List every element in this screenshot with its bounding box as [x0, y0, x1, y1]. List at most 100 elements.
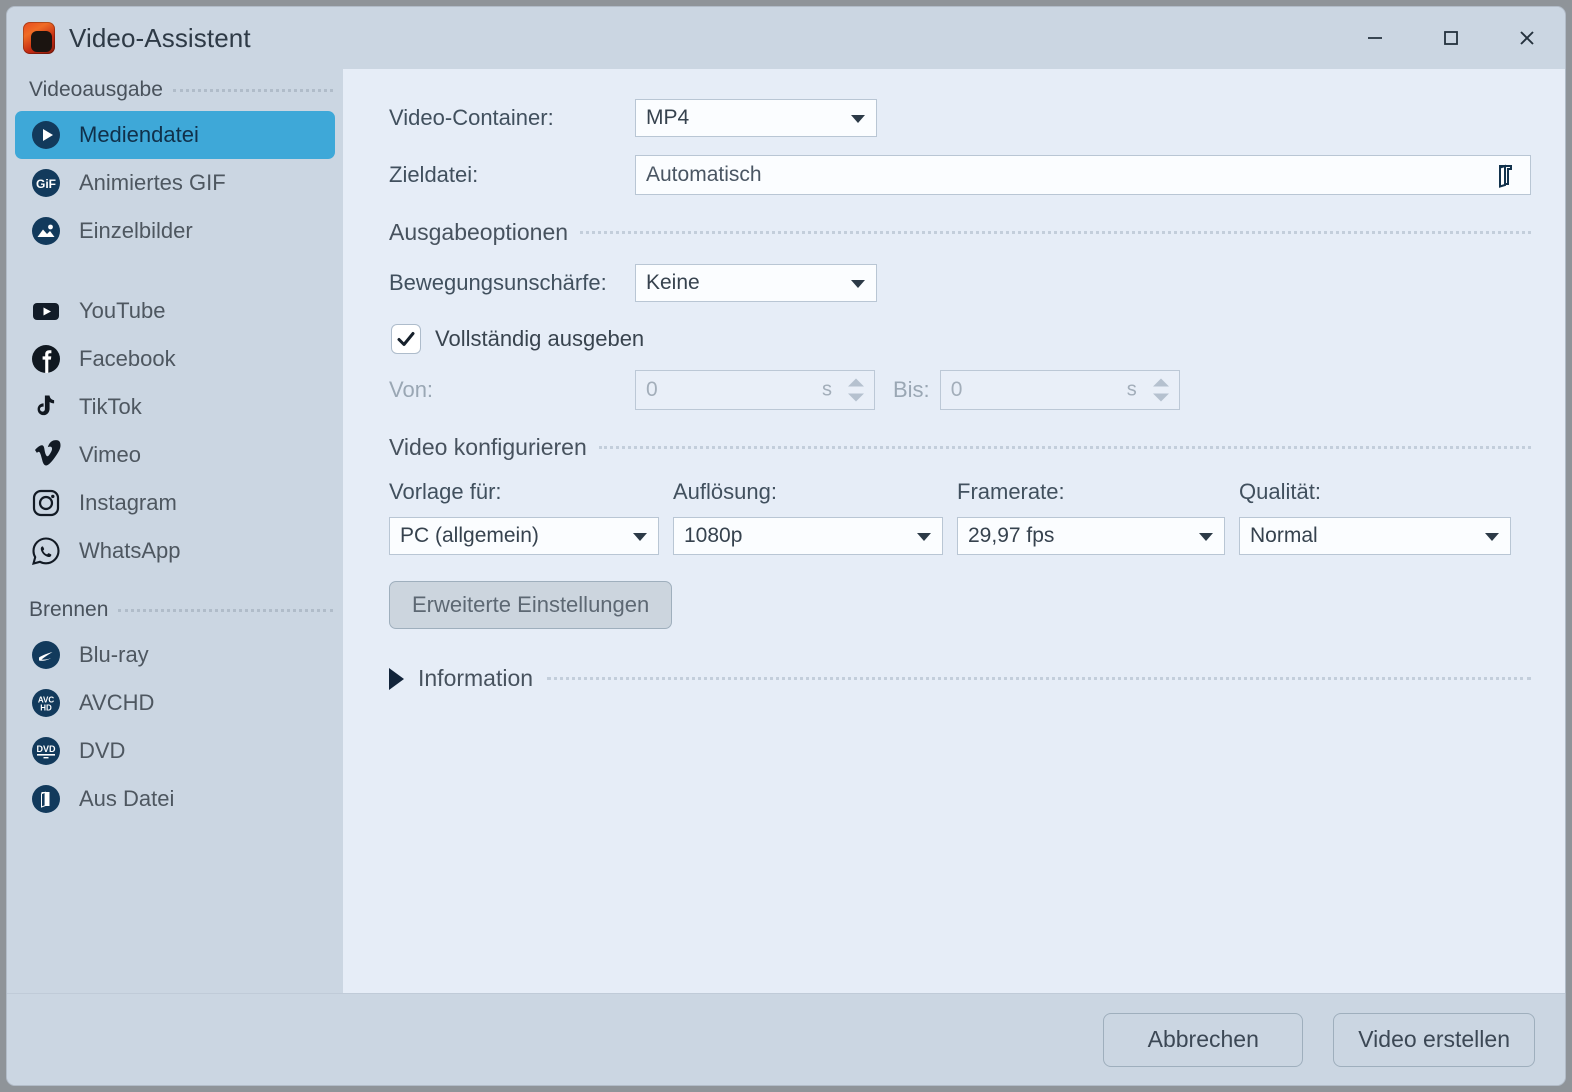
minimize-button[interactable]	[1337, 7, 1413, 69]
from-label: Von:	[389, 377, 635, 403]
video-container-label: Video-Container:	[389, 105, 635, 131]
create-video-button[interactable]: Video erstellen	[1333, 1013, 1535, 1067]
maximize-button[interactable]	[1413, 7, 1489, 69]
resolution-field: Auflösung: 1080p	[673, 479, 943, 555]
sidebar-item-whatsapp[interactable]: WhatsApp	[15, 527, 335, 575]
avchd-disc-icon: AVCHD	[29, 686, 63, 720]
spinner-down-icon[interactable]	[1153, 394, 1169, 402]
video-assistant-window: Video-Assistent Videoausgabe	[6, 6, 1566, 1086]
folder-circle-icon	[29, 782, 63, 816]
sidebar-item-instagram[interactable]: Instagram	[15, 479, 335, 527]
sidebar-item-label: Aus Datei	[79, 786, 174, 812]
dotted-separator	[599, 446, 1531, 449]
framerate-label: Framerate:	[957, 479, 1225, 505]
vimeo-icon	[29, 438, 63, 472]
sidebar-section-header-brennen: Brennen	[7, 589, 343, 631]
video-container-value: MP4	[646, 106, 689, 130]
template-value: PC (allgemein)	[400, 524, 539, 548]
video-config-grid: Vorlage für: PC (allgemein) Auflösung: 1…	[389, 479, 1531, 555]
spinner-down-icon[interactable]	[848, 394, 864, 402]
section-label: Ausgabeoptionen	[389, 219, 568, 246]
sidebar-item-avchd[interactable]: AVCHD AVCHD	[15, 679, 335, 727]
to-time-stepper[interactable]: 0 s	[940, 370, 1180, 410]
title-bar: Video-Assistent	[7, 7, 1565, 69]
video-container-select[interactable]: MP4	[635, 99, 877, 137]
window-controls	[1337, 7, 1565, 69]
target-file-row: Zieldatei: Automatisch	[389, 155, 1531, 195]
chevron-down-icon	[1485, 533, 1499, 541]
sidebar-item-label: TikTok	[79, 394, 142, 420]
sidebar-item-label: WhatsApp	[79, 538, 181, 564]
footer-bar: Abbrechen Video erstellen	[7, 993, 1565, 1085]
triangle-right-icon[interactable]	[389, 668, 404, 690]
motion-blur-select[interactable]: Keine	[635, 264, 877, 302]
sidebar: Videoausgabe Mediendatei GiF Animiertes …	[7, 69, 343, 993]
chevron-down-icon	[851, 280, 865, 288]
to-label: Bis:	[893, 377, 930, 403]
sidebar-section-label: Brennen	[29, 598, 108, 622]
motion-blur-label: Bewegungsunschärfe:	[389, 270, 635, 296]
resolution-label: Auflösung:	[673, 479, 943, 505]
open-folder-icon[interactable]	[1490, 158, 1524, 192]
to-time-value: 0	[951, 378, 963, 402]
information-expander[interactable]: Information	[389, 665, 1531, 692]
cancel-button[interactable]: Abbrechen	[1103, 1013, 1303, 1067]
template-label: Vorlage für:	[389, 479, 659, 505]
image-circle-icon	[29, 214, 63, 248]
chevron-down-icon	[917, 533, 931, 541]
from-time-stepper[interactable]: 0 s	[635, 370, 875, 410]
template-select[interactable]: PC (allgemein)	[389, 517, 659, 555]
tiktok-icon	[29, 390, 63, 424]
close-button[interactable]	[1489, 7, 1565, 69]
dotted-separator	[580, 231, 1531, 234]
time-range-row: Von: 0 s Bis: 0 s	[389, 370, 1531, 410]
sidebar-item-label: Einzelbilder	[79, 218, 193, 244]
sidebar-item-aus-datei[interactable]: Aus Datei	[15, 775, 335, 823]
from-time-value: 0	[646, 378, 658, 402]
sidebar-item-animiertes-gif[interactable]: GiF Animiertes GIF	[15, 159, 335, 207]
spinner-up-icon[interactable]	[848, 379, 864, 387]
advanced-settings-button[interactable]: Erweiterte Einstellungen	[389, 581, 672, 629]
quality-select[interactable]: Normal	[1239, 517, 1511, 555]
sidebar-item-label: Animiertes GIF	[79, 170, 226, 196]
sidebar-item-label: Mediendatei	[79, 122, 199, 148]
sidebar-item-label: DVD	[79, 738, 125, 764]
dotted-separator	[118, 609, 333, 612]
full-output-checkbox-row[interactable]: Vollständig ausgeben	[391, 324, 1531, 354]
window-body: Videoausgabe Mediendatei GiF Animiertes …	[7, 69, 1565, 993]
close-icon	[1515, 26, 1539, 50]
bluray-disc-icon	[29, 638, 63, 672]
sidebar-section-header-videoausgabe: Videoausgabe	[7, 69, 343, 111]
spinner-up-icon[interactable]	[1153, 379, 1169, 387]
sidebar-item-label: YouTube	[79, 298, 165, 324]
sidebar-item-facebook[interactable]: Facebook	[15, 335, 335, 383]
dotted-separator	[547, 677, 1531, 680]
framerate-select[interactable]: 29,97 fps	[957, 517, 1225, 555]
to-time-unit: s	[1127, 379, 1137, 402]
from-spinner[interactable]	[848, 379, 864, 402]
framerate-field: Framerate: 29,97 fps	[957, 479, 1225, 555]
svg-text:GiF: GiF	[36, 177, 56, 191]
quality-field: Qualität: Normal	[1239, 479, 1511, 555]
sidebar-section-label: Videoausgabe	[29, 78, 163, 102]
target-file-input[interactable]: Automatisch	[635, 155, 1531, 195]
full-output-label: Vollständig ausgeben	[435, 326, 644, 352]
video-assistant-app-icon	[23, 22, 55, 54]
sidebar-item-blu-ray[interactable]: Blu-ray	[15, 631, 335, 679]
instagram-icon	[29, 486, 63, 520]
sidebar-spacer	[7, 255, 343, 287]
gif-circle-icon: GiF	[29, 166, 63, 200]
video-config-section-header: Video konfigurieren	[389, 434, 1531, 461]
sidebar-item-youtube[interactable]: YouTube	[15, 287, 335, 335]
sidebar-item-tiktok[interactable]: TikTok	[15, 383, 335, 431]
sidebar-item-dvd[interactable]: DVD DVD	[15, 727, 335, 775]
to-spinner[interactable]	[1153, 379, 1169, 402]
sidebar-item-mediendatei[interactable]: Mediendatei	[15, 111, 335, 159]
quality-value: Normal	[1250, 524, 1318, 548]
full-output-checkbox[interactable]	[391, 324, 421, 354]
svg-text:HD: HD	[40, 704, 52, 713]
resolution-select[interactable]: 1080p	[673, 517, 943, 555]
sidebar-item-vimeo[interactable]: Vimeo	[15, 431, 335, 479]
main-panel: Video-Container: MP4 Zieldatei: Automati…	[343, 69, 1565, 993]
sidebar-item-einzelbilder[interactable]: Einzelbilder	[15, 207, 335, 255]
